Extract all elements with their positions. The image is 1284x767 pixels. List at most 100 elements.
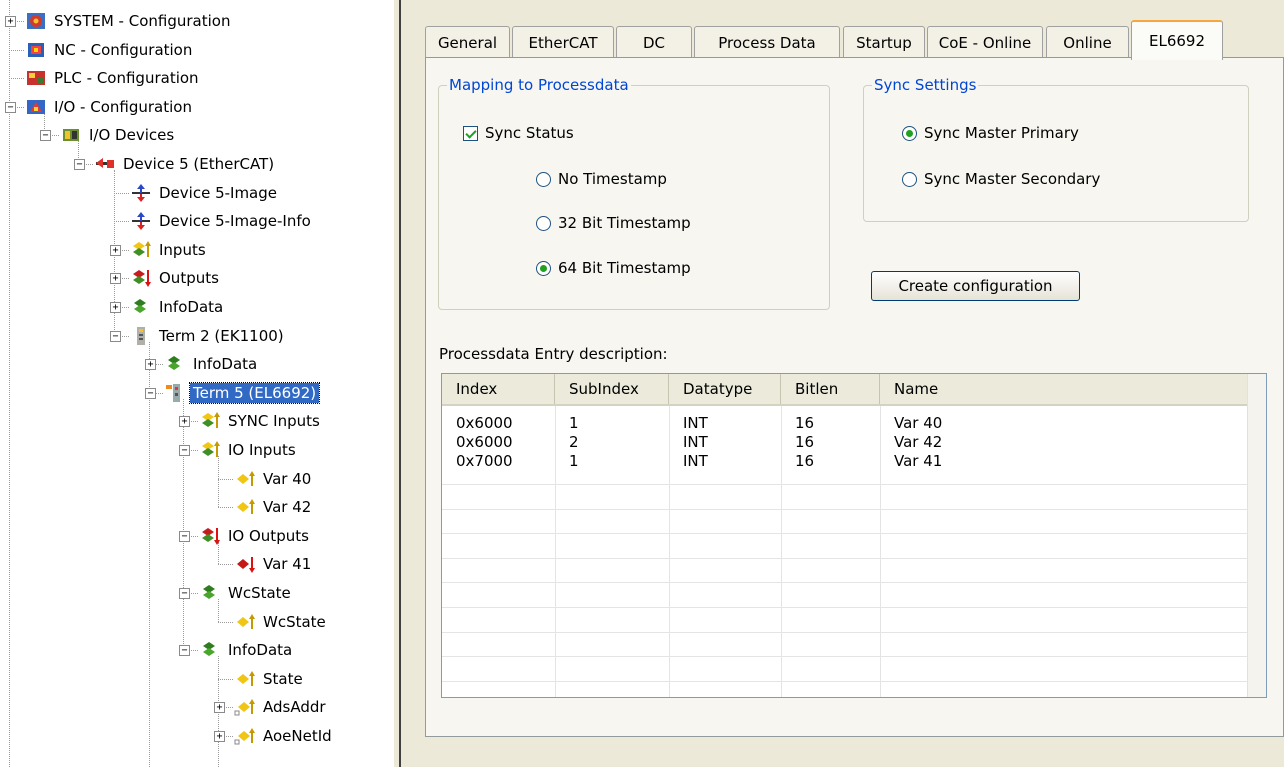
tree-node[interactable]: Term 2 (EK1100) — [130, 323, 287, 349]
grid-line — [442, 558, 1248, 559]
table-cell[interactable]: Var 41 — [894, 452, 942, 470]
tree-node[interactable]: AoeNetId — [234, 723, 335, 749]
tree-node[interactable]: SYSTEM - Configuration — [25, 8, 233, 34]
radio-circle[interactable] — [902, 171, 917, 187]
tree-expander-minus-icon[interactable]: − — [110, 331, 121, 342]
checkbox-box[interactable] — [463, 125, 478, 141]
tree-expander-plus-icon[interactable]: + — [110, 273, 121, 284]
column-header-name[interactable]: Name — [880, 374, 1248, 404]
tab-online[interactable]: Online — [1046, 26, 1129, 58]
column-header-subindex[interactable]: SubIndex — [555, 374, 669, 404]
tree-node[interactable]: Term 5 (EL6692) — [164, 380, 321, 406]
tree-expander-plus-icon[interactable]: + — [110, 245, 121, 256]
table-cell[interactable]: 2 — [569, 433, 579, 451]
64bit-timestamp-radio[interactable]: 64 Bit Timestamp — [536, 259, 691, 277]
column-header-index[interactable]: Index — [442, 374, 555, 404]
tree-node[interactable]: Var 42 — [234, 494, 314, 520]
tree-expander-plus-icon[interactable]: + — [110, 302, 121, 313]
tree-node[interactable]: Var 40 — [234, 466, 314, 492]
radio-circle[interactable] — [536, 171, 551, 187]
list-scrollbar[interactable] — [1247, 374, 1266, 697]
table-cell[interactable]: 16 — [795, 414, 814, 432]
table-cell[interactable]: INT — [683, 414, 708, 432]
tree-node[interactable]: State — [234, 666, 306, 692]
tree-expander-plus-icon[interactable]: + — [145, 359, 156, 370]
grid-line — [442, 632, 1248, 633]
table-cell[interactable]: Var 40 — [894, 414, 942, 432]
tree-node-label: Term 2 (EK1100) — [159, 327, 284, 345]
radio-label: 64 Bit Timestamp — [558, 259, 691, 277]
tree-node[interactable]: I/O Devices — [60, 122, 177, 148]
table-cell[interactable]: INT — [683, 433, 708, 451]
pane-splitter[interactable] — [394, 0, 407, 767]
tree-expander-minus-icon[interactable]: − — [5, 102, 16, 113]
table-cell[interactable]: Var 42 — [894, 433, 942, 451]
tab-general[interactable]: General — [425, 26, 510, 58]
table-cell[interactable]: 0x6000 — [456, 414, 513, 432]
table-cell[interactable]: 0x6000 — [456, 433, 513, 451]
tree-expander-minus-icon[interactable]: − — [40, 130, 51, 141]
tree-node[interactable]: InfoData — [199, 637, 295, 663]
tree-node[interactable]: Device 5-Image-Info — [130, 208, 314, 234]
32bit-timestamp-radio[interactable]: 32 Bit Timestamp — [536, 214, 691, 232]
tree-node[interactable]: WcState — [199, 580, 294, 606]
sync-status-checkbox[interactable]: Sync Status — [463, 124, 574, 142]
tree-expander-minus-icon[interactable]: − — [145, 388, 156, 399]
tree-guide-line — [114, 221, 129, 222]
tree-node-label: I/O Devices — [89, 126, 175, 144]
tree-node[interactable]: SYNC Inputs — [199, 408, 323, 434]
sync-master-secondary-radio[interactable]: Sync Master Secondary — [902, 170, 1100, 188]
tree-node[interactable]: WcState — [234, 609, 329, 635]
tree-node[interactable]: Device 5-Image — [130, 180, 280, 206]
tree-expander-minus-icon[interactable]: − — [179, 531, 190, 542]
input-struct-icon — [234, 697, 256, 717]
tree-expander-plus-icon[interactable]: + — [214, 731, 225, 742]
infodata-icon — [199, 583, 221, 603]
processdata-list[interactable]: Index SubIndex Datatype Bitlen Name 0x6000 1 I… — [441, 373, 1267, 698]
config-tree[interactable]: + SYSTEM - Configuration NC - Configuratio… — [0, 0, 394, 767]
table-cell[interactable]: 16 — [795, 452, 814, 470]
tree-node[interactable]: PLC - Configuration — [25, 65, 202, 91]
tree-node-label: State — [263, 670, 303, 688]
tree-node[interactable]: Var 41 — [234, 551, 314, 577]
tab-process-data[interactable]: Process Data — [694, 26, 840, 58]
tree-node[interactable]: Outputs — [130, 265, 222, 291]
table-cell[interactable]: 1 — [569, 414, 579, 432]
tree-node[interactable]: AdsAddr — [234, 694, 329, 720]
tree-node-label: SYSTEM - Configuration — [54, 12, 231, 30]
tree-expander-plus-icon[interactable]: + — [5, 16, 16, 27]
tab-dc[interactable]: DC — [616, 26, 692, 58]
grid-line — [555, 406, 556, 697]
table-cell[interactable]: 1 — [569, 452, 579, 470]
tree-node[interactable]: I/O - Configuration — [25, 94, 195, 120]
tab-coe-online[interactable]: CoE - Online — [927, 26, 1043, 58]
radio-circle[interactable] — [536, 260, 551, 276]
tree-expander-minus-icon[interactable]: − — [179, 445, 190, 456]
tree-node[interactable]: InfoData — [164, 351, 260, 377]
tree-expander-minus-icon[interactable]: − — [179, 645, 190, 656]
radio-circle[interactable] — [536, 215, 551, 231]
sync-master-primary-radio[interactable]: Sync Master Primary — [902, 124, 1079, 142]
tree-expander-minus-icon[interactable]: − — [179, 588, 190, 599]
column-header-bitlen[interactable]: Bitlen — [781, 374, 880, 404]
tree-node[interactable]: Device 5 (EtherCAT) — [94, 151, 277, 177]
table-cell[interactable]: 0x7000 — [456, 452, 513, 470]
radio-circle[interactable] — [902, 125, 917, 141]
tree-node[interactable]: InfoData — [130, 294, 226, 320]
tree-node[interactable]: Inputs — [130, 237, 209, 263]
tab-el6692[interactable]: EL6692 — [1131, 20, 1223, 60]
tree-expander-plus-icon[interactable]: + — [214, 702, 225, 713]
tree-node-label: Outputs — [159, 269, 219, 287]
tree-expander-minus-icon[interactable]: − — [74, 159, 85, 170]
tab-startup[interactable]: Startup — [843, 26, 925, 58]
tree-node[interactable]: IO Inputs — [199, 437, 299, 463]
tab-ethercat[interactable]: EtherCAT — [512, 26, 614, 58]
tree-expander-plus-icon[interactable]: + — [179, 416, 190, 427]
tree-node[interactable]: NC - Configuration — [25, 37, 195, 63]
column-header-datatype[interactable]: Datatype — [669, 374, 781, 404]
table-cell[interactable]: 16 — [795, 433, 814, 451]
no-timestamp-radio[interactable]: No Timestamp — [536, 170, 667, 188]
create-configuration-button[interactable]: Create configuration — [871, 271, 1080, 301]
table-cell[interactable]: INT — [683, 452, 708, 470]
tree-node[interactable]: IO Outputs — [199, 523, 312, 549]
